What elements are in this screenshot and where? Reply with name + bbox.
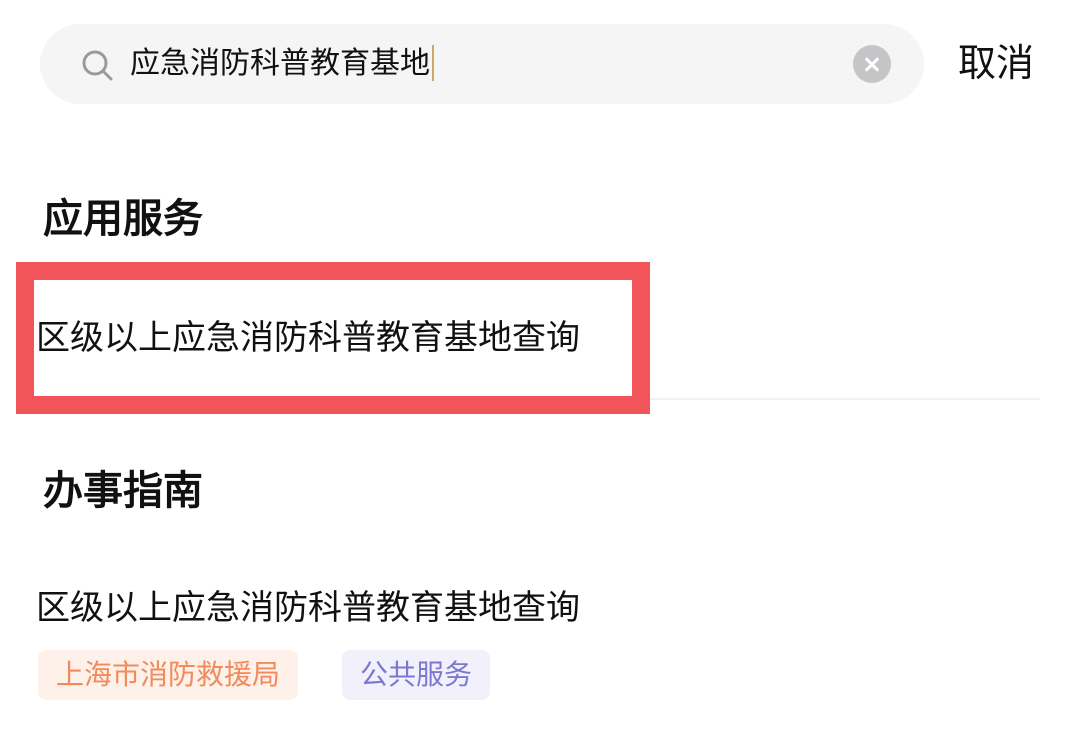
search-input[interactable]: 应急消防科普教育基地 [130, 42, 434, 86]
search-input-text: 应急消防科普教育基地 [130, 46, 430, 81]
search-icon [82, 50, 113, 81]
tag-organization: 上海市消防救援局 [38, 650, 299, 700]
search-results-page: 应急消防科普教育基地 取消 应用服务 区级以上应急消防科普教育基地查询 办事指南… [0, 0, 1080, 743]
section-title-guides: 办事指南 [43, 468, 203, 514]
cancel-button[interactable]: 取消 [958, 38, 1034, 88]
search-bar[interactable]: 应急消防科普教育基地 [40, 24, 924, 104]
clear-icon[interactable] [853, 45, 891, 83]
divider [650, 398, 1040, 400]
text-caret [432, 44, 434, 81]
app-result-item[interactable]: 区级以上应急消防科普教育基地查询 [36, 310, 580, 359]
section-title-apps: 应用服务 [43, 196, 203, 242]
tag-service-type: 公共服务 [342, 650, 491, 700]
guide-result-item[interactable]: 区级以上应急消防科普教育基地查询 [36, 580, 580, 629]
